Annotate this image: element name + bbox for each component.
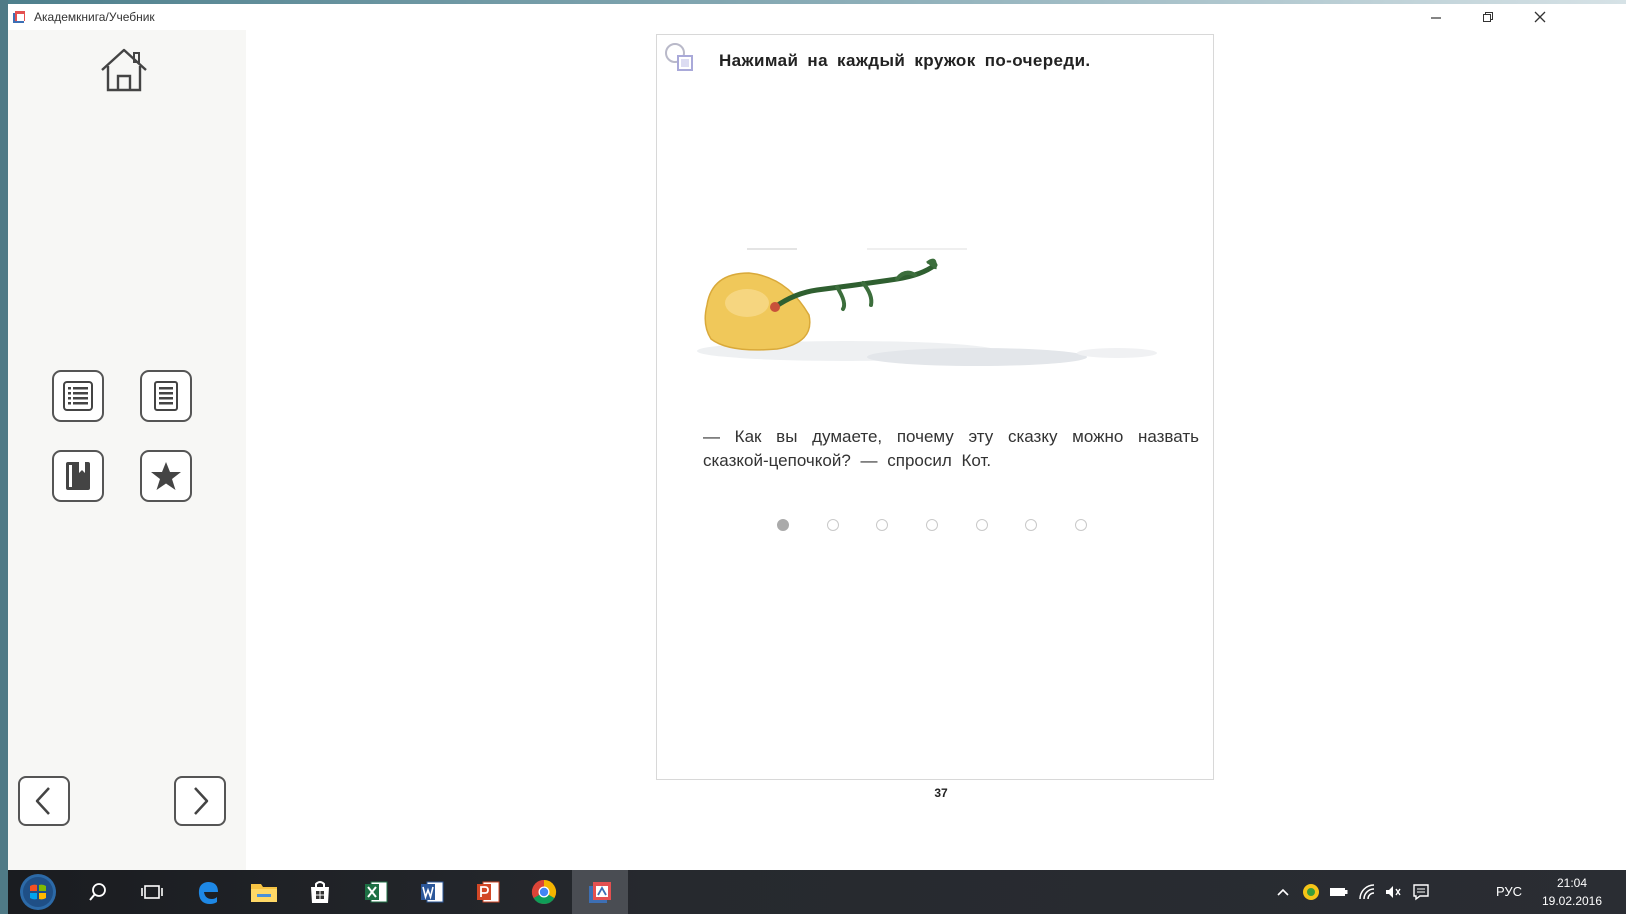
home-button[interactable] (98, 44, 150, 96)
taskbar-store[interactable] (292, 870, 348, 914)
clock-time: 21:04 (1556, 876, 1588, 890)
story-text: — Как вы думаете, почему эту сказку можн… (703, 427, 1199, 470)
chevron-right-icon (194, 787, 209, 815)
taskbar-edge[interactable] (180, 870, 236, 914)
taskbar-chrome[interactable] (516, 870, 572, 914)
start-button-icon (20, 874, 56, 910)
previous-page-button[interactable] (18, 776, 70, 826)
system-clock[interactable]: 21:04 19.02.2016 (1526, 874, 1618, 910)
textbook-page: Нажимай на каждый кружок по-очереди. — К… (656, 34, 1214, 780)
chain-dot-3[interactable] (876, 519, 889, 531)
chain-dot-6[interactable] (1025, 519, 1038, 531)
contents-list-icon (63, 381, 93, 411)
store-icon (311, 881, 329, 903)
edge-icon (198, 882, 218, 904)
chrome-icon (531, 880, 557, 905)
notifications-icon (1413, 884, 1429, 901)
page-list-icon (154, 381, 178, 411)
window-title: Академкнига/Учебник (34, 10, 155, 24)
chain-dot-5[interactable] (975, 519, 988, 531)
bookmark-icon (66, 462, 90, 490)
taskbar-word[interactable] (404, 870, 460, 914)
battery-icon (1330, 888, 1348, 896)
battery-button[interactable] (1326, 870, 1352, 914)
word-icon (421, 881, 444, 903)
notifications-button[interactable] (1408, 870, 1434, 914)
dots-row (777, 515, 1087, 535)
close-icon (1534, 11, 1546, 23)
taskbar-akademkniga[interactable] (572, 870, 628, 914)
star-icon (151, 462, 181, 490)
show-hidden-icons-chevron (1277, 888, 1289, 896)
task-view-button[interactable] (124, 870, 180, 914)
task-instruction: Нажимай на каждый кружок по-очереди. (719, 51, 1091, 70)
taskbar-excel[interactable] (348, 870, 404, 914)
turnip-illustration (697, 248, 1157, 366)
restore-button[interactable] (1464, 4, 1512, 30)
file-explorer-icon (251, 884, 277, 902)
input-language[interactable]: РУС (1496, 884, 1522, 899)
favorites-button[interactable] (140, 450, 192, 502)
task-view-icon (141, 885, 163, 899)
taskbar-powerpoint[interactable] (460, 870, 516, 914)
page-number: 37 (934, 786, 948, 800)
taskbar: РУС 21:04 19.02.2016 (8, 870, 1626, 914)
bookmarks-button[interactable] (52, 450, 104, 502)
chain-dot-2[interactable] (826, 519, 839, 531)
app-logo-icon (13, 11, 25, 23)
taskbar-file-explorer[interactable] (236, 870, 292, 914)
network-icon (1359, 884, 1375, 900)
volume-button[interactable] (1380, 870, 1406, 914)
clock-date: 19.02.2016 (1541, 894, 1603, 908)
volume-icon (1386, 886, 1401, 898)
home-icon (101, 48, 147, 92)
close-button[interactable] (1516, 4, 1564, 30)
pages-button[interactable] (140, 370, 192, 422)
akademkniga-app-icon (589, 882, 611, 903)
minimize-icon (1431, 17, 1441, 19)
chain-dot-4[interactable] (925, 519, 938, 531)
search-button[interactable] (70, 870, 126, 914)
interactive-task-icon[interactable] (663, 41, 697, 75)
title-bar[interactable]: Академкнига/Учебник (8, 4, 1626, 30)
excel-icon (365, 881, 388, 903)
app-window: Академкнига/Учебник Нажимай на каждый кр… (8, 4, 1626, 870)
tray-app-button[interactable] (1298, 870, 1324, 914)
network-button[interactable] (1354, 870, 1380, 914)
next-page-button[interactable] (174, 776, 226, 826)
powerpoint-icon (477, 881, 500, 903)
app-tray-icon (1303, 884, 1319, 900)
start-button[interactable] (10, 870, 66, 914)
restore-icon (1483, 12, 1493, 22)
minimize-button[interactable] (1412, 4, 1460, 30)
show-hidden-icons-button[interactable] (1272, 870, 1294, 914)
contents-button[interactable] (52, 370, 104, 422)
chain-dot-1[interactable] (777, 519, 789, 531)
chevron-left-icon (35, 787, 50, 815)
search-icon (89, 883, 106, 901)
chain-dot-7[interactable] (1074, 519, 1087, 531)
window-frame-left (0, 0, 8, 914)
sidebar (8, 30, 246, 870)
